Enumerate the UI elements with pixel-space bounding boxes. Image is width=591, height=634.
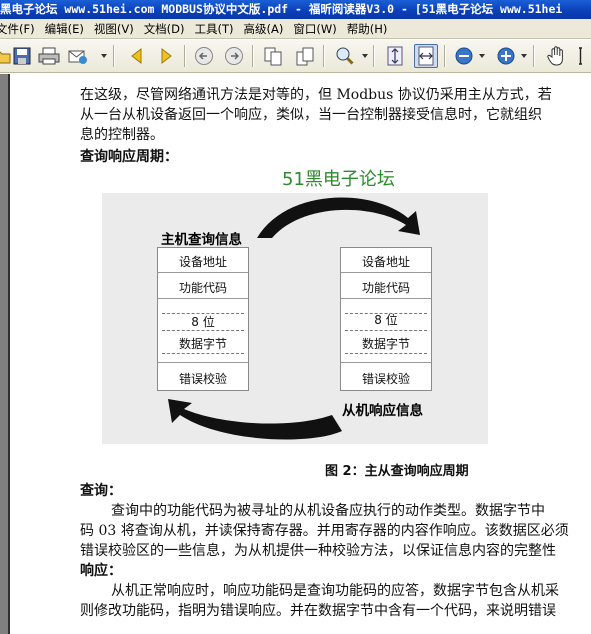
next-page-icon[interactable] (155, 44, 179, 68)
error-check-cell: 错误校验 (178, 372, 227, 386)
toolbar-separator (113, 45, 114, 67)
dashed-divider (162, 330, 244, 331)
chevron-down-icon[interactable] (362, 54, 368, 58)
zoom-out-icon[interactable] (452, 44, 476, 68)
watermark: 51黑电子论坛 (282, 169, 395, 190)
function-code-cell: 功能代码 (361, 281, 410, 295)
menu-tools[interactable]: 工具(T) (190, 19, 239, 38)
section-heading: 查询响应周期： (80, 149, 178, 165)
section-heading: 响应： (80, 563, 122, 579)
chevron-down-icon[interactable] (521, 54, 527, 58)
fit-visible-icon[interactable] (414, 44, 438, 68)
function-code-cell: 功能代码 (178, 281, 227, 295)
select-text-icon[interactable] (572, 44, 591, 68)
divider (341, 362, 431, 363)
slave-response-label: 从机响应信息 (342, 403, 423, 419)
section-heading: 查询： (80, 483, 122, 499)
zoom-in-icon[interactable] (494, 44, 518, 68)
paragraph-line: 在这级，尽管网络通讯方法是对等的，但 Modbus 协议仍采用主从方式，若 (80, 87, 552, 103)
dashed-divider (345, 330, 427, 331)
paragraph-line: 则修改功能码，指明为错误响应。并在数据字节中含有一个代码，来说明错误 (80, 603, 556, 619)
device-address-cell: 设备地址 (361, 255, 410, 269)
document-gutter (0, 74, 8, 634)
response-frame-box: 设备地址 功能代码 8 位 数据字节 错误校验 (340, 247, 432, 391)
paragraph-line: 从一台从机设备返回一个响应，类似，当一台控制器接受信息时，它就组织 (80, 107, 542, 123)
paragraph-line: 查询中的功能代码为被寻址的从机设备应执行的动作类型。数据字节中 (111, 503, 545, 519)
figure-caption: 图 2：主从查询响应周期 (325, 464, 469, 479)
fit-page-icon[interactable] (293, 44, 317, 68)
bottom-arrow (168, 399, 342, 440)
paragraph-line: 码 03 将查询从机，并读保持寄存器。并用寄存器的内容作响应。该数据区必须 (80, 523, 569, 539)
toolbar-separator (184, 45, 185, 67)
menu-window[interactable]: 窗口(W) (288, 19, 341, 38)
menu-help[interactable]: 帮助(H) (342, 19, 393, 38)
paragraph-line: 息的控制器。 (80, 127, 164, 143)
email-icon[interactable] (66, 44, 90, 68)
divider (341, 272, 431, 273)
toolbar (0, 40, 591, 73)
paragraph-line: 错误校验区的一些信息，为从机提供一种校验方法，以保证信息内容的完整性 (80, 543, 556, 559)
data-bytes-cell: 数据字节 (361, 337, 410, 351)
previous-page-icon[interactable] (124, 44, 148, 68)
toolbar-separator (533, 45, 534, 67)
toolbar-separator (323, 45, 324, 67)
divider (341, 298, 431, 299)
zoom-tool-icon[interactable] (333, 44, 357, 68)
error-check-cell: 错误校验 (361, 372, 410, 386)
menu-edit[interactable]: 编辑(E) (40, 19, 89, 38)
forward-icon[interactable] (222, 44, 246, 68)
print-icon[interactable] (37, 44, 61, 68)
menu-advanced[interactable]: 高级(A) (239, 19, 289, 38)
menu-document[interactable]: 文档(D) (139, 19, 190, 38)
master-query-label: 主机查询信息 (161, 232, 242, 248)
chevron-down-icon[interactable] (101, 54, 107, 58)
dashed-divider (162, 353, 244, 354)
window-title: 黑电子论坛 www.51hei.com MODBUS协议中文版.pdf - 福昕… (0, 2, 563, 16)
window-title-bar: 黑电子论坛 www.51hei.com MODBUS协议中文版.pdf - 福昕… (0, 0, 591, 19)
document-page[interactable]: 在这级，尽管网络通讯方法是对等的，但 Modbus 协议仍采用主从方式，若 从一… (10, 74, 591, 634)
toolbar-separator (252, 45, 253, 67)
dashed-divider (345, 353, 427, 354)
data-bytes-cell: 数据字节 (178, 337, 227, 351)
menu-file[interactable]: 文件(F) (0, 19, 40, 38)
menu-bar: 文件(F) 编辑(E) 视图(V) 文档(D) 工具(T) 高级(A) 窗口(W… (0, 19, 591, 39)
toolbar-separator (373, 45, 374, 67)
query-frame-box: 设备地址 功能代码 8 位 数据字节 错误校验 (157, 247, 249, 391)
fit-width-icon[interactable] (261, 44, 285, 68)
toolbar-separator (444, 45, 445, 67)
device-address-cell: 设备地址 (178, 255, 227, 269)
eight-bit-cell: 8 位 (191, 315, 215, 329)
menu-view[interactable]: 视图(V) (89, 19, 139, 38)
back-icon[interactable] (192, 44, 216, 68)
hand-tool-icon[interactable] (544, 44, 568, 68)
eight-bit-cell: 8 位 (374, 313, 398, 327)
fit-window-icon[interactable] (383, 44, 407, 68)
paragraph-line: 从机正常响应时，响应功能码是查询功能码的应答，数据字节包含从机采 (111, 583, 559, 599)
divider (158, 298, 248, 299)
figure-diagram: 主机查询信息 从机响应信息 设备地址 功能代码 8 位 数据字节 错误校验 设备… (102, 193, 488, 444)
save-icon[interactable] (10, 44, 34, 68)
top-arrow (257, 197, 420, 238)
divider (158, 272, 248, 273)
divider (158, 362, 248, 363)
chevron-down-icon[interactable] (479, 54, 485, 58)
